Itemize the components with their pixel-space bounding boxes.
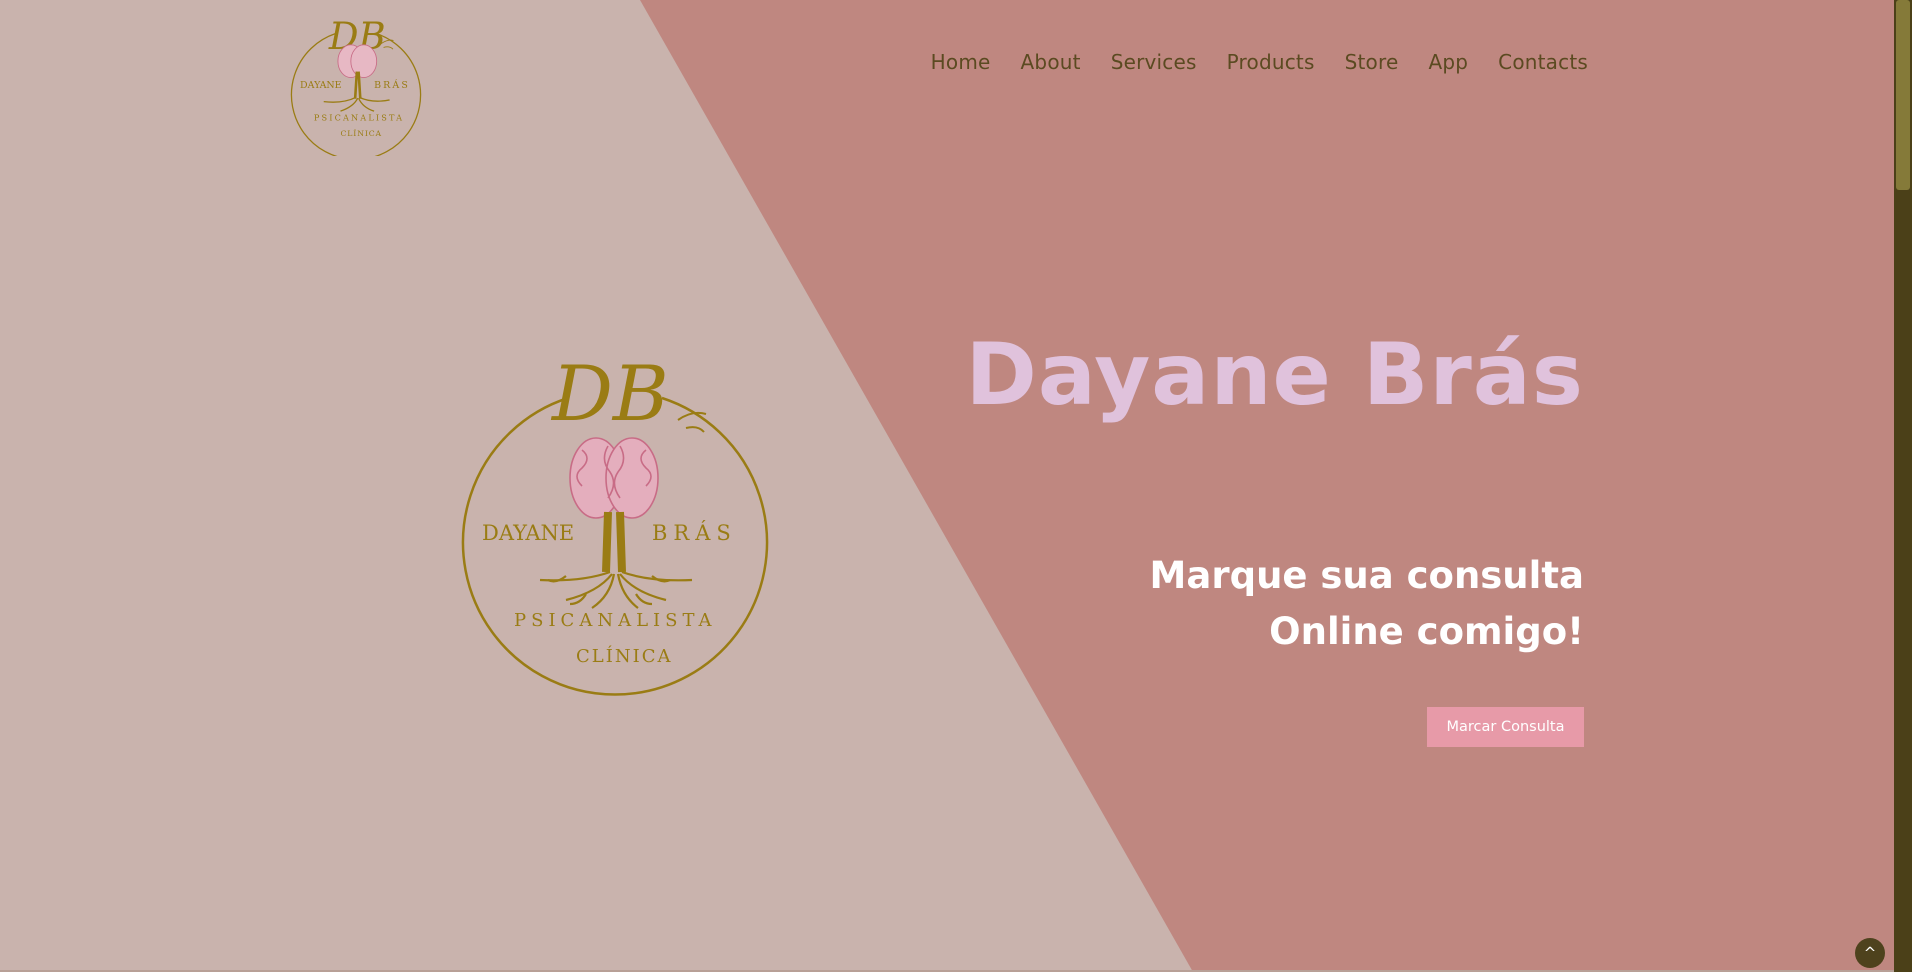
svg-text:DAYANE: DAYANE xyxy=(300,80,342,91)
svg-text:CLÍNICA: CLÍNICA xyxy=(576,644,672,667)
nav-home[interactable]: Home xyxy=(931,50,991,74)
scrollbar-track[interactable] xyxy=(1894,0,1912,972)
hero-title: Dayane Brás xyxy=(965,325,1584,425)
svg-text:PSICANALISTA: PSICANALISTA xyxy=(314,113,404,123)
svg-text:DAYANE: DAYANE xyxy=(482,521,574,545)
nav-about[interactable]: About xyxy=(1021,50,1081,74)
chevron-up-icon: ^ xyxy=(1863,944,1877,962)
back-to-top-button[interactable]: ^ xyxy=(1855,938,1885,968)
scrollbar-thumb[interactable] xyxy=(1896,0,1910,190)
nav-contacts[interactable]: Contacts xyxy=(1498,50,1588,74)
svg-text:CLÍNICA: CLÍNICA xyxy=(341,129,382,138)
nav-store[interactable]: Store xyxy=(1345,50,1399,74)
main-navigation: Home About Services Products Store App C… xyxy=(931,50,1588,74)
hero-background-right xyxy=(640,0,1894,972)
book-consultation-button[interactable]: Marcar Consulta xyxy=(1427,707,1584,747)
svg-text:PSICANALISTA: PSICANALISTA xyxy=(514,610,717,631)
nav-services[interactable]: Services xyxy=(1111,50,1197,74)
svg-text:BRÁS: BRÁS xyxy=(652,521,737,545)
svg-text:BRÁS: BRÁS xyxy=(374,79,410,91)
svg-text:DB: DB xyxy=(550,350,669,438)
nav-app[interactable]: App xyxy=(1428,50,1468,74)
hero-subtitle: Marque sua consulta Online comigo! xyxy=(1149,554,1584,653)
brand-logo-small[interactable]: DB DAYANE BRÁS PSICANALISTA CLÍNICA xyxy=(288,6,424,156)
brand-logo-large: DB DAYANE BRÁS PSICANALISTA CLÍNICA xyxy=(461,350,769,696)
nav-products[interactable]: Products xyxy=(1227,50,1315,74)
